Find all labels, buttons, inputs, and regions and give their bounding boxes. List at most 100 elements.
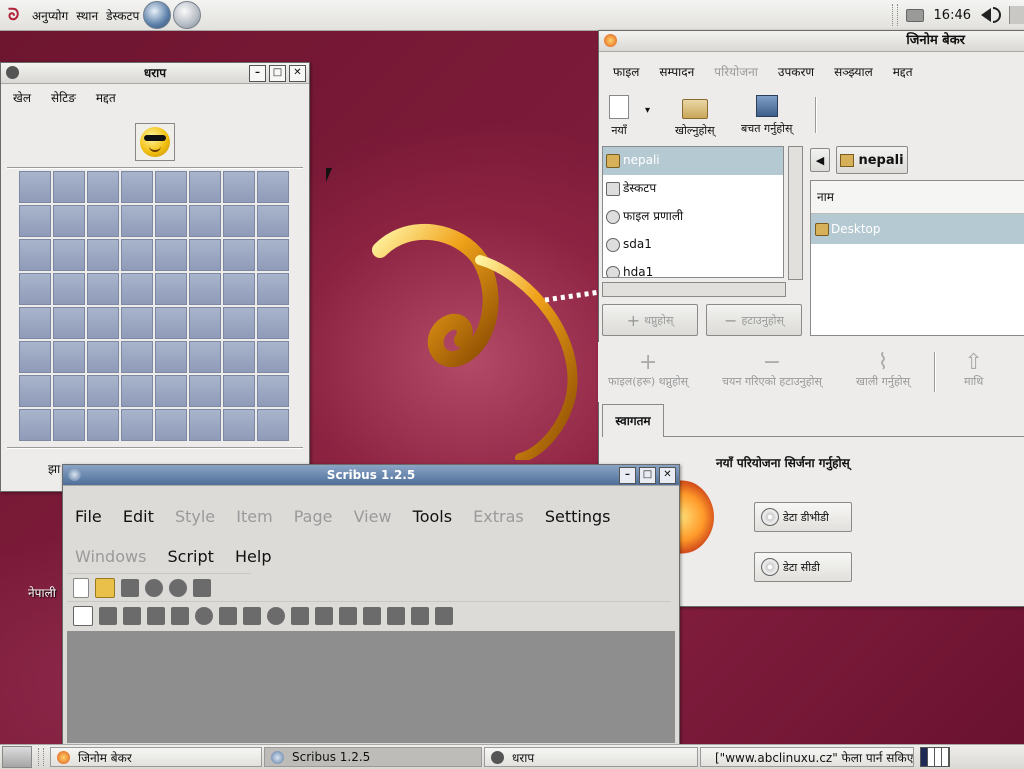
mine-cell[interactable] xyxy=(19,205,51,237)
menu-game[interactable]: खेल xyxy=(3,89,41,106)
zoom-icon[interactable] xyxy=(267,606,285,625)
mine-cell[interactable] xyxy=(189,375,221,407)
mine-cell[interactable] xyxy=(87,273,119,305)
menu-file[interactable]: फाइल xyxy=(603,63,649,80)
close-button[interactable]: ✕ xyxy=(289,65,306,82)
menu-tools[interactable]: उपकरण xyxy=(768,63,824,80)
remove-selected-button[interactable]: − चयन गरिएको हटाउनुहोस् xyxy=(722,352,822,389)
mine-cell[interactable] xyxy=(223,341,255,373)
mine-cell[interactable] xyxy=(53,409,85,441)
mine-cell[interactable] xyxy=(155,239,187,271)
mine-cell[interactable] xyxy=(257,205,289,237)
menu-help[interactable]: मद्दत xyxy=(883,63,923,80)
mine-cell[interactable] xyxy=(121,171,153,203)
polygon-icon[interactable] xyxy=(195,606,213,625)
desktop-icon-label[interactable]: नेपाली xyxy=(28,584,56,601)
data-dvd-button[interactable]: डेटा डीभीडी xyxy=(754,502,852,532)
open-folder-icon[interactable] xyxy=(95,577,115,598)
rotate-icon[interactable] xyxy=(243,606,261,625)
mine-cell[interactable] xyxy=(19,171,51,203)
clear-button[interactable]: ⌇ खाली गर्नुहोस् xyxy=(856,352,910,389)
dir-row-desktop[interactable]: Desktop xyxy=(811,214,1024,244)
mine-cell[interactable] xyxy=(53,273,85,305)
mine-cell[interactable] xyxy=(223,239,255,271)
task-browser-error[interactable]: ["www.abclinuxu.cz" फेला पार्न सकिएन xyxy=(700,747,914,767)
mine-cell[interactable] xyxy=(19,375,51,407)
mine-cell[interactable] xyxy=(155,171,187,203)
mine-cell[interactable] xyxy=(257,375,289,407)
save-button[interactable]: बचत गर्नुहोस् xyxy=(741,95,792,136)
menu-item[interactable]: Item xyxy=(236,497,272,537)
tree-item-desktop[interactable]: डेस्कटप xyxy=(603,175,783,203)
menu-help[interactable]: मद्दत xyxy=(86,89,126,106)
menu-extras[interactable]: Extras xyxy=(473,497,524,537)
pdf-tools-icon[interactable] xyxy=(411,606,429,625)
menu-help[interactable]: Help xyxy=(235,537,271,577)
workspace-2[interactable] xyxy=(928,748,935,766)
mine-cell[interactable] xyxy=(223,375,255,407)
select-pointer-icon[interactable] xyxy=(73,605,93,626)
mine-cell[interactable] xyxy=(155,375,187,407)
gnomebaker-icon[interactable] xyxy=(604,34,617,47)
baker-titlebar[interactable]: जिनोम बेकर xyxy=(599,31,1024,52)
mine-cell[interactable] xyxy=(87,375,119,407)
mine-cell[interactable] xyxy=(121,341,153,373)
task-gnome-baker[interactable]: जिनोम बेकर xyxy=(50,747,262,767)
mine-cell[interactable] xyxy=(121,273,153,305)
add-button[interactable]: + थप्नुहोस् xyxy=(602,304,698,336)
mine-cell[interactable] xyxy=(87,171,119,203)
mine-cell[interactable] xyxy=(53,307,85,339)
mine-cell[interactable] xyxy=(87,409,119,441)
close-doc-icon[interactable] xyxy=(145,578,163,597)
menu-tools[interactable]: Tools xyxy=(413,497,452,537)
mine-cell[interactable] xyxy=(53,205,85,237)
debian-menu-icon[interactable]: ᘐ xyxy=(8,7,24,23)
edit-content-icon[interactable] xyxy=(291,606,309,625)
path-nepali-button[interactable]: nepali xyxy=(836,146,908,174)
menu-applications[interactable]: अनुप्योग xyxy=(32,7,68,24)
mine-cell[interactable] xyxy=(155,273,187,305)
mine-cell[interactable] xyxy=(87,341,119,373)
mine-cell[interactable] xyxy=(87,205,119,237)
save-icon[interactable] xyxy=(121,578,139,597)
tree-horizontal-scrollbar[interactable] xyxy=(602,282,786,297)
workspace-1[interactable] xyxy=(921,748,928,766)
panel-handle[interactable] xyxy=(891,4,898,26)
new-game-smiley-button[interactable] xyxy=(135,123,175,161)
mine-cell[interactable] xyxy=(223,409,255,441)
menu-view[interactable]: View xyxy=(354,497,392,537)
workspace-3[interactable] xyxy=(935,748,942,766)
clock[interactable]: 16:46 xyxy=(934,8,971,23)
open-button[interactable]: खोल्नुहोस् xyxy=(675,95,715,138)
mine-cell[interactable] xyxy=(19,341,51,373)
data-cd-button[interactable]: डेटा सीडी xyxy=(754,552,852,582)
menu-windows[interactable]: Windows xyxy=(75,537,146,577)
minimize-button[interactable]: – xyxy=(619,467,636,484)
panel-handle[interactable] xyxy=(38,748,44,766)
mine-cell[interactable] xyxy=(121,409,153,441)
unlink-frames-icon[interactable] xyxy=(363,606,381,625)
line-icon[interactable] xyxy=(219,606,237,625)
up-button[interactable]: ⇧ माथि xyxy=(964,352,983,389)
mine-cell[interactable] xyxy=(189,171,221,203)
mine-cell[interactable] xyxy=(189,307,221,339)
menu-settings[interactable]: Settings xyxy=(545,497,611,537)
table-icon[interactable] xyxy=(147,606,165,625)
tree-item-nepali[interactable]: nepali xyxy=(603,147,783,175)
task-minesweeper[interactable]: धराप xyxy=(484,747,698,767)
mine-cell[interactable] xyxy=(223,171,255,203)
mine-cell[interactable] xyxy=(189,273,221,305)
show-desktop-button[interactable] xyxy=(2,746,32,768)
mine-cell[interactable] xyxy=(223,205,255,237)
menu-style[interactable]: Style xyxy=(175,497,215,537)
document-canvas[interactable] xyxy=(67,631,675,743)
volume-icon[interactable] xyxy=(981,8,991,22)
new-button[interactable]: नयाँ xyxy=(609,95,629,138)
mine-cell[interactable] xyxy=(257,307,289,339)
bomb-icon[interactable] xyxy=(6,66,19,79)
workspace-4[interactable] xyxy=(942,748,949,766)
image-frame-icon[interactable] xyxy=(123,606,141,625)
mine-cell[interactable] xyxy=(189,239,221,271)
minesweeper-titlebar[interactable]: धराप – □ ✕ xyxy=(1,63,309,84)
tree-item-hda1[interactable]: hda1 xyxy=(603,259,783,277)
